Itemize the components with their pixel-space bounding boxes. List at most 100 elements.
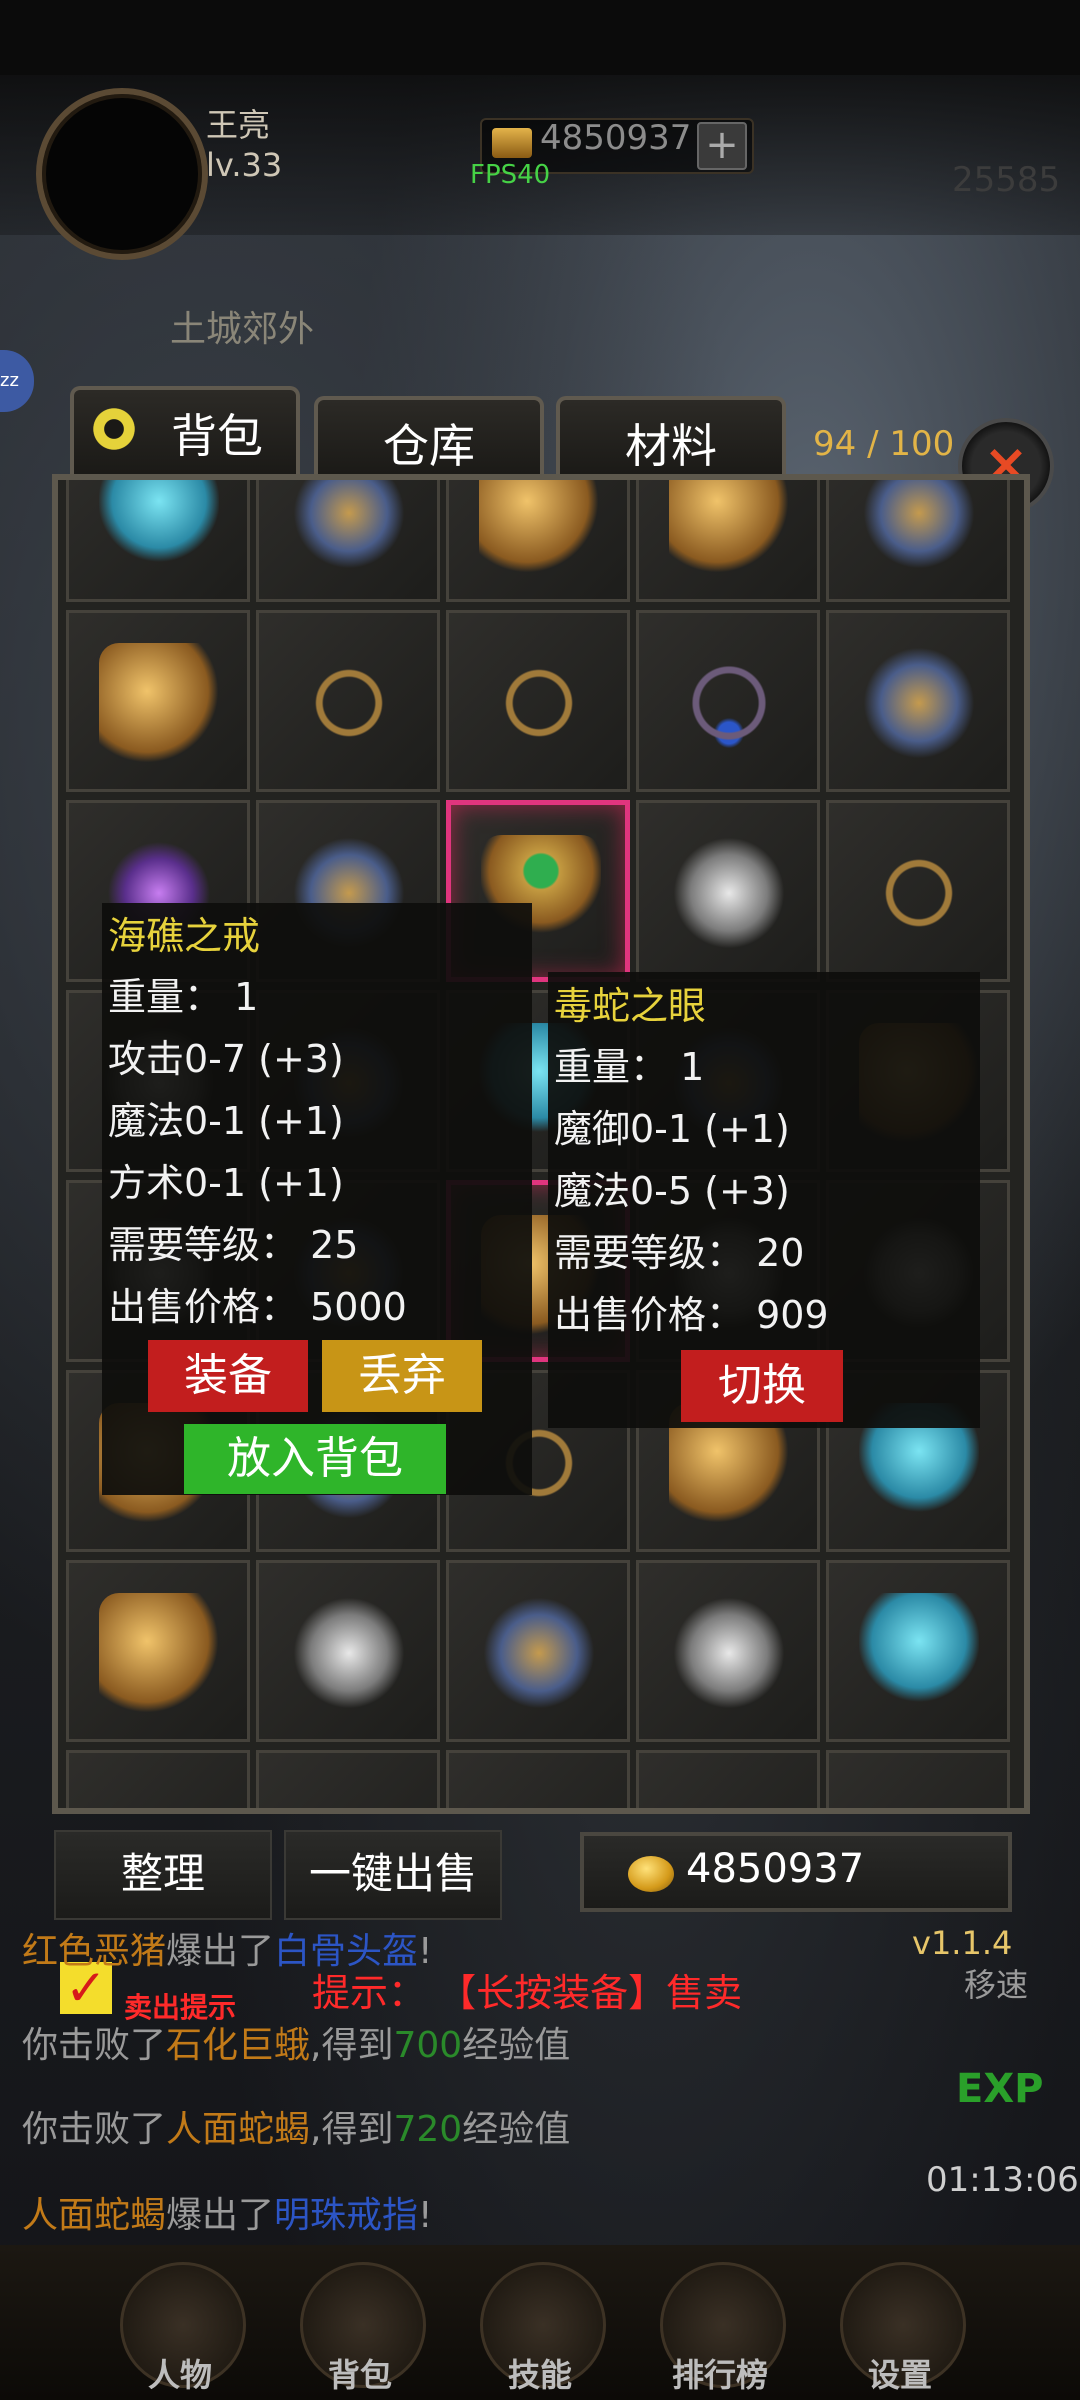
amulet-icon: [479, 643, 599, 763]
log-line: 红色恶猪爆出了白骨头盔!: [22, 1922, 432, 1974]
item-attack: 攻击0-7 (+3): [108, 1037, 344, 1081]
inventory-slot[interactable]: [446, 480, 630, 602]
item-sell-price: 出售价格： 909: [554, 1293, 829, 1337]
log-line: 你击败了人面蛇蝎,得到720经验值: [22, 2100, 570, 2152]
gauntlet-icon: [289, 1593, 409, 1713]
fps-counter: FPS40: [470, 160, 551, 190]
log-text: !: [418, 2195, 433, 2236]
inventory-slot[interactable]: [826, 610, 1010, 792]
robe-icon: [479, 1593, 599, 1713]
item-required-level: 需要等级： 20: [554, 1231, 805, 1275]
bag-capacity: 94 / 100: [813, 424, 955, 464]
inventory-slot[interactable]: [66, 610, 250, 792]
item-weight: 重量： 1: [108, 975, 259, 1019]
log-text: !: [418, 1931, 433, 1972]
nav-ranking-label: 排行榜: [671, 2356, 768, 2394]
ring-icon: [859, 1593, 979, 1713]
nav-bag-label: 背包: [327, 2356, 392, 2394]
item-magic: 魔法0-1 (+1): [108, 1099, 344, 1143]
player-name: 王亮: [206, 106, 271, 144]
armor-icon: [859, 643, 979, 763]
log-exp: 700: [393, 2025, 463, 2066]
move-speed-label[interactable]: 移速: [964, 1960, 1028, 2006]
log-text: 经验值: [462, 2109, 571, 2150]
trident-icon: [669, 833, 789, 953]
inventory-slot[interactable]: [636, 1750, 820, 1808]
item-weight: 重量： 1: [554, 1045, 705, 1089]
log-line: 人面蛇蝎爆出了明珠戒指!: [22, 2186, 432, 2238]
necklace-icon: [289, 643, 409, 763]
bracer-icon: [859, 480, 979, 573]
inventory-slot[interactable]: [826, 1560, 1010, 1742]
player-level: lv.33: [206, 146, 283, 184]
log-text: 你击败了: [22, 2025, 167, 2066]
flute-icon: [479, 480, 599, 573]
player-avatar[interactable]: [36, 88, 208, 260]
tab-warehouse[interactable]: 仓库: [314, 396, 544, 478]
nav-character-label: 人物: [147, 2356, 212, 2394]
log-text: ,得到: [310, 2025, 394, 2066]
log-exp: 720: [393, 2109, 463, 2150]
log-monster: 人面蛇蝎: [166, 2109, 311, 2150]
spiked-necklace-icon: [669, 643, 789, 763]
necklace-icon: [859, 833, 979, 953]
discard-button[interactable]: 丢弃: [322, 1340, 482, 1412]
inventory-slot[interactable]: [66, 480, 250, 602]
gold-amount: 4850937: [540, 118, 692, 158]
power-value: 25585: [952, 160, 1061, 200]
sell-all-button[interactable]: 一键出售: [284, 1830, 502, 1920]
log-monster: 红色恶猪: [22, 1931, 167, 1972]
gold-bar-icon: [492, 128, 532, 158]
version-label: v1.1.4: [912, 1924, 1013, 1962]
log-text: ,得到: [310, 2109, 394, 2150]
inventory-slot[interactable]: [66, 1560, 250, 1742]
pickaxe-icon: [99, 643, 219, 763]
inventory-slot[interactable]: [256, 1750, 440, 1808]
inventory-slot[interactable]: [636, 480, 820, 602]
item-magic-defense: 魔御0-1 (+1): [554, 1107, 790, 1151]
add-gold-button[interactable]: +: [697, 122, 747, 170]
nav-skills-label: 技能: [507, 2356, 572, 2394]
gear-icon: [86, 401, 142, 457]
item-name: 海礁之戒: [108, 914, 261, 958]
switch-button[interactable]: 切换: [681, 1350, 843, 1422]
inventory-slot[interactable]: [826, 480, 1010, 602]
location-name: 土城郊外: [170, 309, 315, 350]
inventory-slot[interactable]: [256, 610, 440, 792]
inventory-slot[interactable]: [66, 1750, 250, 1808]
item-magic: 魔法0-5 (+3): [554, 1169, 790, 1213]
inventory-slot[interactable]: [636, 800, 820, 982]
log-monster: 人面蛇蝎: [22, 2195, 167, 2236]
gold-coin-icon: [628, 1856, 674, 1892]
inventory-slot[interactable]: [256, 1560, 440, 1742]
log-item: 白骨头盔: [274, 1931, 419, 1972]
equip-button[interactable]: 装备: [148, 1340, 308, 1412]
inventory-slot[interactable]: [446, 1560, 630, 1742]
ring-icon: [99, 480, 219, 573]
inventory-slot[interactable]: [446, 1750, 630, 1808]
inventory-slot[interactable]: [636, 1560, 820, 1742]
horned-helmet-icon: [669, 1593, 789, 1713]
tab-materials[interactable]: 材料: [556, 396, 786, 478]
log-monster: 石化巨蛾: [166, 2025, 311, 2066]
glove-icon: [99, 1593, 219, 1713]
inventory-slot[interactable]: [446, 610, 630, 792]
inventory-slot[interactable]: [256, 480, 440, 602]
inventory-slot[interactable]: [636, 610, 820, 792]
item-sell-price: 出售价格： 5000: [108, 1285, 407, 1329]
log-text: 经验值: [462, 2025, 571, 2066]
put-in-bag-button[interactable]: 放入背包: [184, 1424, 446, 1494]
inventory-slot[interactable]: [826, 1750, 1010, 1808]
sort-button[interactable]: 整理: [54, 1830, 272, 1920]
item-required-level: 需要等级： 25: [108, 1223, 359, 1267]
gold-total: 4850937: [686, 1846, 865, 1892]
nav-settings-label: 设置: [867, 2356, 932, 2394]
glove-icon: [669, 480, 789, 573]
exp-button[interactable]: EXP: [956, 2066, 1046, 2124]
log-line: 你击败了石化巨蛾,得到700经验值: [22, 2016, 570, 2068]
log-text: 爆出了: [166, 2195, 275, 2236]
item-name: 毒蛇之眼: [554, 984, 707, 1028]
item-taoism: 方术0-1 (+1): [108, 1161, 344, 1205]
game-clock: 01:13:06: [926, 2160, 1079, 2200]
inventory-slot[interactable]: [826, 800, 1010, 982]
